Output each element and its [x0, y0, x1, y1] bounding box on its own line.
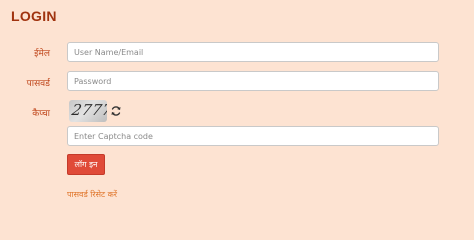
page-title: LOGIN [11, 8, 57, 24]
password-input[interactable] [67, 71, 439, 91]
captcha-code: 2777 [70, 101, 107, 119]
login-button[interactable]: लॉग इन [67, 154, 105, 175]
reset-password-link[interactable]: पासवर्ड रिसेट करें [67, 189, 117, 200]
email-label: ईमेल [34, 49, 50, 59]
captcha-image: 2777 [69, 100, 107, 122]
email-input[interactable] [67, 42, 439, 62]
refresh-icon[interactable] [110, 105, 122, 117]
password-label: पासवर्ड [26, 79, 50, 89]
captcha-input[interactable] [67, 126, 439, 146]
captcha-label: कैप्चा [32, 109, 50, 119]
